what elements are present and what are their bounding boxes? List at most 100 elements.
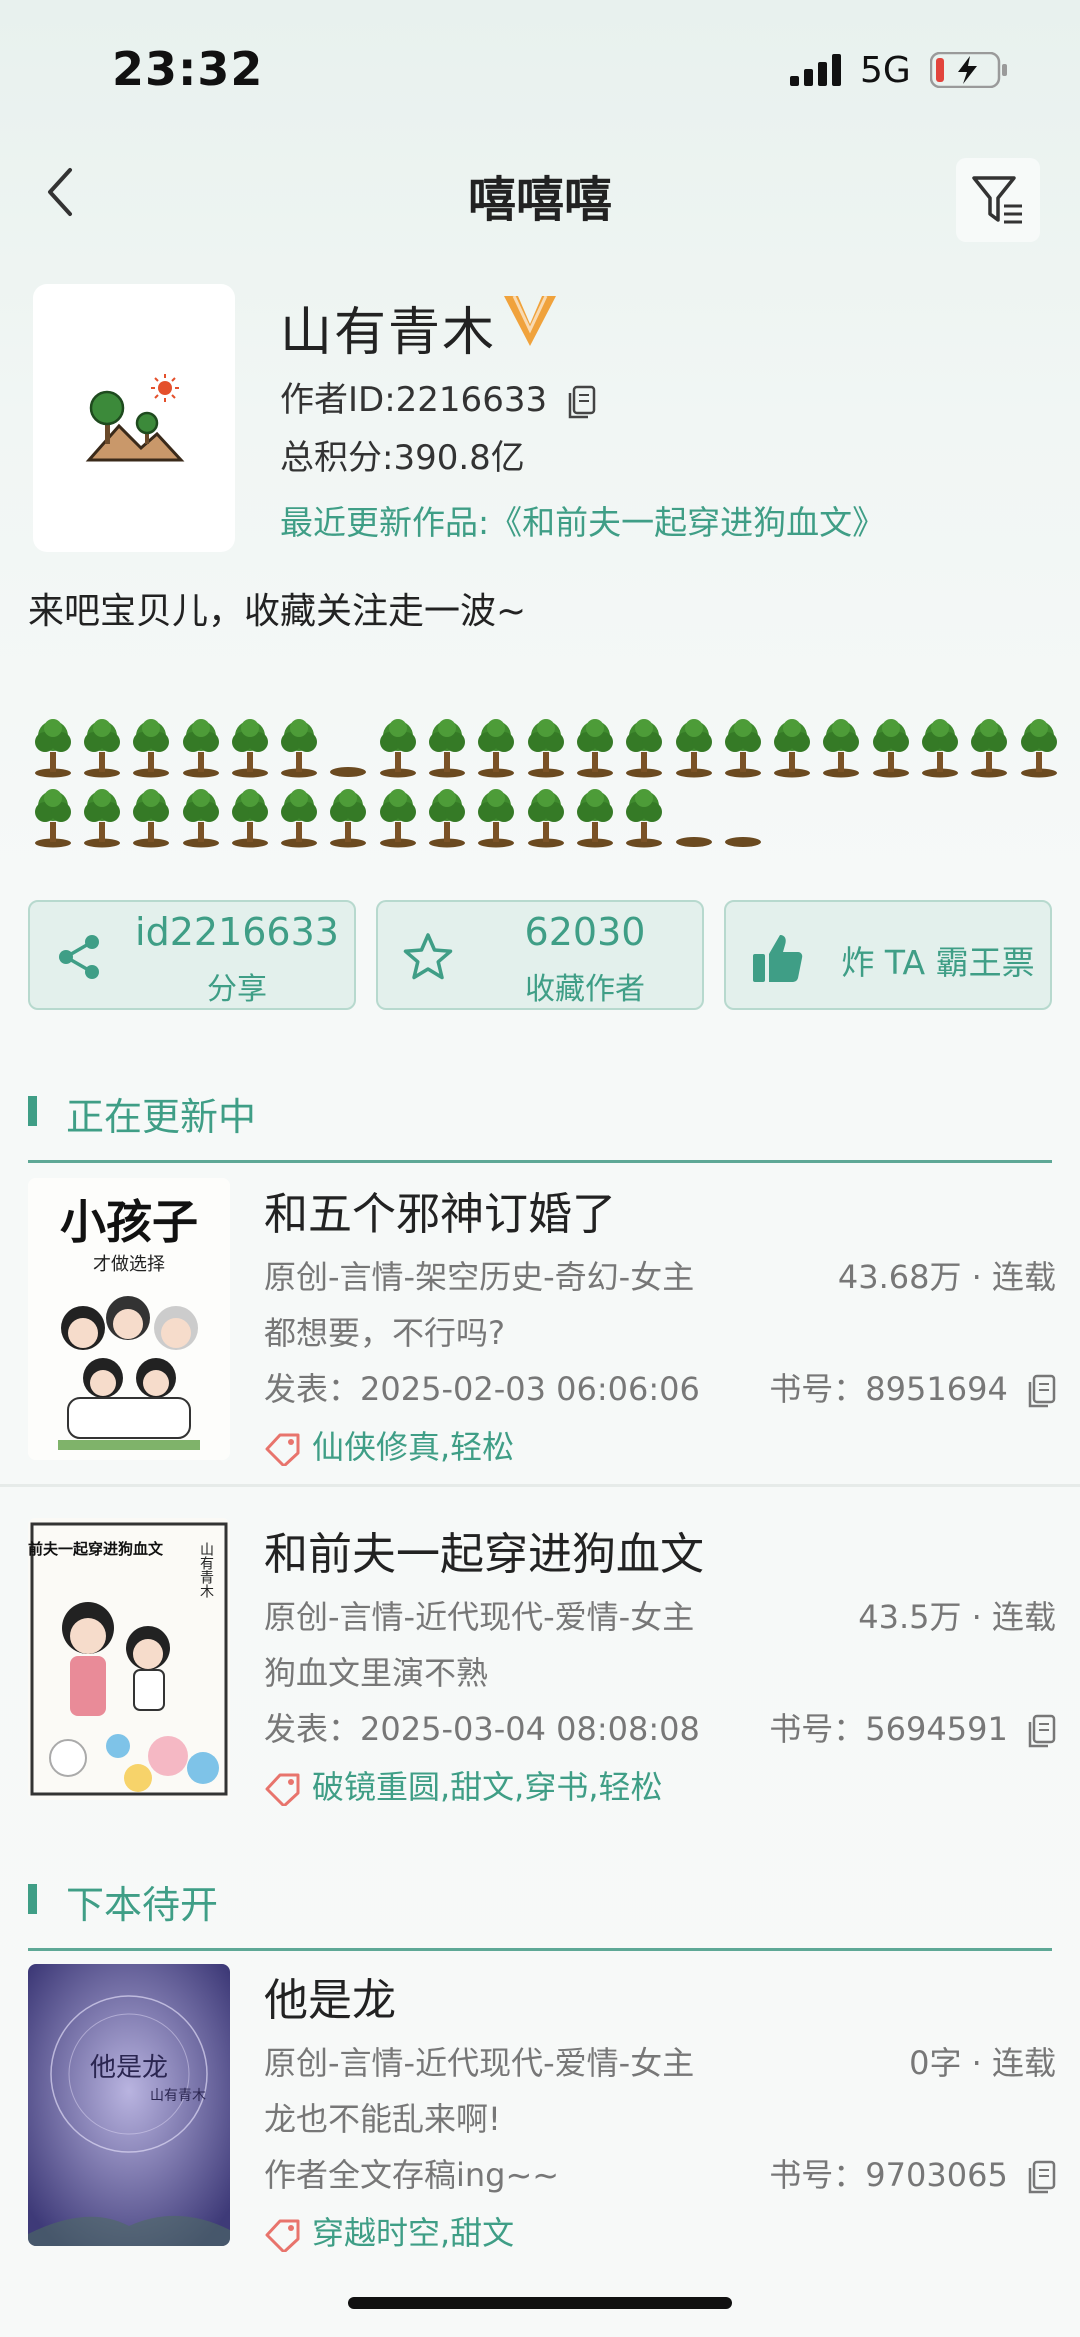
book-title[interactable]: 他是龙: [264, 1964, 396, 2028]
pit-icon: [718, 778, 767, 848]
total-points: 总积分:390.8亿: [280, 438, 525, 478]
filter-button[interactable]: [956, 158, 1040, 242]
section-updating: 正在更新中: [28, 1064, 1052, 1163]
tree-icon: [28, 778, 77, 848]
tree-icon: [77, 708, 126, 778]
share-id: id2216633: [135, 910, 339, 954]
tag-icon: [265, 1773, 300, 1808]
vote-button[interactable]: 炸 TA 霸王票: [724, 900, 1052, 1010]
home-indicator[interactable]: [348, 2297, 732, 2309]
book-tags: 穿越时空,甜文: [264, 2208, 514, 2254]
recent-update-link[interactable]: 最近更新作品:《和前夫一起穿进狗血文》: [280, 496, 885, 544]
book-id-text: 书号：5694591: [769, 1710, 1008, 1748]
author-avatar[interactable]: [33, 284, 235, 552]
book-cover[interactable]: 和前夫一起穿进狗血文 山有青木: [28, 1518, 230, 1800]
book-date: 发表：2025-02-03 06:06:06: [264, 1370, 700, 1408]
page-title: 嘻嘻嘻: [467, 172, 612, 228]
tree-icon: [324, 778, 373, 848]
tree-row: [28, 778, 1068, 848]
tree-icon: [176, 708, 225, 778]
book-tags-text: 穿越时空,甜文: [312, 2214, 515, 2252]
thumbs-up-icon: [753, 935, 803, 982]
copy-icon[interactable]: [1028, 2160, 1056, 2194]
vip-badge-icon: [504, 295, 556, 346]
tree-icon: [127, 778, 176, 848]
cover-illustration: 和前夫一起穿进狗血文 山有青木: [28, 1518, 230, 1800]
share-label: 分享: [207, 972, 267, 1007]
section-upcoming: 下本待开: [28, 1852, 1052, 1951]
book-category: 原创-言情-近代现代-爱情-女主: [264, 2044, 695, 2082]
tree-icon: [915, 708, 964, 778]
book-id-text: 书号：8951694: [769, 1370, 1008, 1408]
list-divider: [0, 1484, 1080, 1487]
book-id-text: 书号：9703065: [769, 2156, 1008, 2194]
tree-mountain-logo-icon: [85, 374, 185, 462]
section-divider: [28, 1160, 1052, 1163]
tag-icon: [265, 2219, 300, 2254]
signal-icon: [790, 54, 841, 86]
book-title[interactable]: 和五个邪神订婚了: [264, 1178, 616, 1242]
book-stats: 43.5万 · 连载: [858, 1598, 1056, 1636]
copy-icon[interactable]: [568, 385, 596, 419]
status-bar: 23:32 5G: [0, 0, 1080, 140]
tree-icon: [422, 778, 471, 848]
tree-icon: [176, 778, 225, 848]
tree-icon: [225, 708, 274, 778]
book-stats: 0字 · 连载: [909, 2044, 1056, 2082]
tree-icon: [422, 708, 471, 778]
tree-icon: [274, 778, 323, 848]
tree-icon: [521, 708, 570, 778]
star-icon: [403, 933, 453, 980]
tree-icon: [570, 708, 619, 778]
tree-icon: [28, 708, 77, 778]
share-button[interactable]: id2216633 分享: [28, 900, 356, 1010]
book-date: 发表：2025-03-04 08:08:08: [264, 1710, 700, 1748]
author-bio: 来吧宝贝儿，收藏关注走一波~: [28, 591, 527, 632]
section-title: 正在更新中: [66, 1095, 257, 1139]
book-tags-text: 仙侠修真,轻松: [312, 1428, 515, 1466]
cover-illustration: 他是龙 山有青木: [28, 1964, 230, 2246]
cover-subtitle-text: 山有青木: [150, 2088, 206, 2104]
cover-title-text: 小孩子: [60, 1195, 198, 1249]
tree-icon: [77, 778, 126, 848]
book-item[interactable]: 小孩子 才做选择 和五个邪神订婚了 原创-言情-架空历史-奇幻-女主 43.68…: [0, 1178, 1080, 1498]
section-divider: [28, 1948, 1052, 1951]
favorite-author-button[interactable]: 62030 收藏作者: [376, 900, 704, 1010]
book-tags: 破镜重圆,甜文,穿书,轻松: [264, 1762, 663, 1808]
tree-icon: [1014, 708, 1063, 778]
book-item[interactable]: 他是龙 山有青木 他是龙 原创-言情-近代现代-爱情-女主 0字 · 连载 龙也…: [0, 1964, 1080, 2284]
pit-icon: [669, 778, 718, 848]
tree-icon: [620, 778, 669, 848]
tree-icon: [373, 778, 422, 848]
section-title: 下本待开: [66, 1883, 219, 1927]
tree-icon: [472, 708, 521, 778]
cover-title-text: 他是龙: [90, 2053, 168, 2083]
book-title[interactable]: 和前夫一起穿进狗血文: [264, 1518, 704, 1582]
tree-icon: [570, 778, 619, 848]
book-description: 都想要，不行吗?: [264, 1314, 505, 1352]
section-marker: [28, 1096, 37, 1126]
favorite-count: 62030: [524, 910, 646, 954]
book-tags: 仙侠修真,轻松: [264, 1422, 514, 1468]
tree-icon: [965, 708, 1014, 778]
cover-illustration: 小孩子 才做选择: [28, 1178, 230, 1460]
tree-icon: [866, 708, 915, 778]
tree-icon: [225, 778, 274, 848]
copy-icon[interactable]: [1028, 1714, 1056, 1748]
book-cover[interactable]: 小孩子 才做选择: [28, 1178, 230, 1460]
cover-subtitle-text: 才做选择: [93, 1254, 165, 1275]
tag-icon: [265, 1433, 300, 1468]
network-label: 5G: [860, 50, 911, 91]
author-id-text: 作者ID:2216633: [280, 380, 548, 420]
book-category: 原创-言情-架空历史-奇幻-女主: [264, 1258, 695, 1296]
tree-icon: [718, 708, 767, 778]
share-icon: [59, 935, 99, 979]
pit-icon: [324, 708, 373, 778]
book-cover[interactable]: 他是龙 山有青木: [28, 1964, 230, 2246]
book-item[interactable]: 和前夫一起穿进狗血文 山有青木 和前夫一起穿进狗血文 原创-言情-近代现代-爱情…: [0, 1518, 1080, 1838]
clock: 23:32: [112, 42, 264, 96]
book-description: 狗血文里演不熟: [264, 1654, 489, 1692]
filter-icon: [972, 176, 1022, 224]
copy-icon[interactable]: [1028, 1374, 1056, 1408]
book-description: 龙也不能乱来啊!: [264, 2100, 501, 2138]
